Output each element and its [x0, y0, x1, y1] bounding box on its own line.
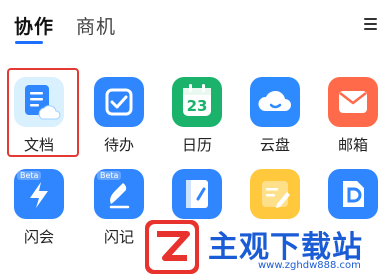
flash-note-icon: Beta [94, 169, 144, 219]
app-mail[interactable]: 邮箱 [314, 58, 384, 158]
app-flash-meeting[interactable]: Beta 闪会 [0, 150, 70, 250]
app-calendar[interactable]: 23 日历 [158, 58, 228, 158]
calendar-date: 23 [186, 97, 208, 115]
active-tab-indicator [15, 41, 43, 44]
app-label: 闪会 [23, 228, 54, 246]
hamburger-menu-icon[interactable] [364, 17, 378, 31]
document-icon [14, 77, 64, 127]
app-todo[interactable]: 待办 [80, 58, 150, 158]
top-tab-bar: 协作 商机 [0, 0, 388, 52]
notebook-icon [172, 169, 222, 219]
flash-meeting-icon: Beta [14, 169, 64, 219]
mail-icon [328, 77, 378, 127]
tab-business-opportunity[interactable]: 商机 [76, 12, 116, 39]
app-cloud-drive[interactable]: 云盘 [236, 58, 306, 158]
note-pencil-icon [250, 169, 300, 219]
cloud-doc-icon [328, 169, 378, 219]
cloud-drive-icon [250, 77, 300, 127]
tab-collaboration[interactable]: 协作 [14, 12, 54, 39]
todo-check-icon [94, 77, 144, 127]
watermark-overlay: 主观下载站 www.zghdw888.com [138, 214, 388, 280]
calendar-icon: 23 [172, 77, 222, 127]
app-docs[interactable]: 文档 [0, 58, 70, 158]
watermark-url: www.zghdw888.com [258, 260, 361, 271]
watermark-logo-icon [143, 218, 201, 276]
beta-badge: Beta [17, 171, 42, 180]
beta-badge: Beta [97, 171, 122, 180]
